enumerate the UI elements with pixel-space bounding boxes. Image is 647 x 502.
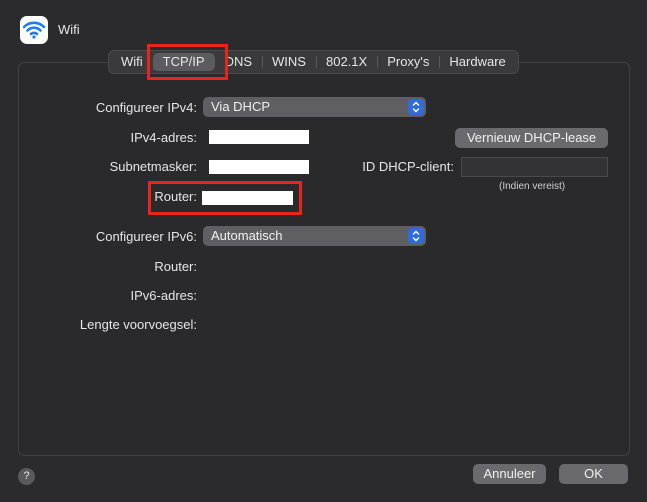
ipv4-address-label: IPv4-adres:	[130, 130, 197, 145]
subnet-mask-redacted	[209, 160, 309, 174]
router-redacted	[202, 191, 293, 205]
configure-ipv6-label: Configureer IPv6:	[95, 229, 197, 244]
ok-button[interactable]: OK	[559, 464, 628, 484]
help-button[interactable]: ?	[18, 468, 35, 485]
cancel-button[interactable]: Annuleer	[473, 464, 546, 484]
configure-ipv6-select[interactable]: Automatisch	[203, 226, 426, 246]
chevron-updown-icon	[408, 228, 424, 244]
chevron-updown-icon	[408, 99, 424, 115]
dhcp-client-id-field[interactable]	[461, 157, 608, 177]
configure-ipv6-value: Automatisch	[211, 228, 283, 243]
ipv6-address-label: IPv6-adres:	[130, 288, 197, 303]
configure-ipv4-label: Configureer IPv4:	[95, 100, 197, 115]
ipv6-router-label: Router:	[154, 259, 197, 274]
tab-wins[interactable]: WINS	[262, 51, 316, 73]
configure-ipv4-value: Via DHCP	[211, 99, 271, 114]
tab-8021x[interactable]: 802.1X	[315, 51, 377, 73]
ipv4-address-redacted	[209, 130, 309, 144]
settings-panel	[18, 62, 630, 456]
window-title: Wifi	[58, 22, 80, 37]
configure-ipv4-select[interactable]: Via DHCP	[203, 97, 426, 117]
renew-dhcp-lease-button[interactable]: Vernieuw DHCP-lease	[455, 128, 608, 148]
prefix-length-label: Lengte voorvoegsel:	[79, 317, 197, 332]
tcpip-tab-highlight	[147, 44, 228, 80]
subnet-mask-label: Subnetmasker:	[109, 159, 197, 174]
ipv4-router-label: Router:	[154, 189, 197, 204]
tab-hardware[interactable]: Hardware	[439, 51, 515, 73]
tab-proxys[interactable]: Proxy's	[377, 51, 439, 73]
dhcp-client-id-label: ID DHCP-client:	[362, 159, 454, 174]
dhcp-client-hint: (Indien vereist)	[499, 181, 566, 192]
wifi-icon	[20, 16, 48, 44]
